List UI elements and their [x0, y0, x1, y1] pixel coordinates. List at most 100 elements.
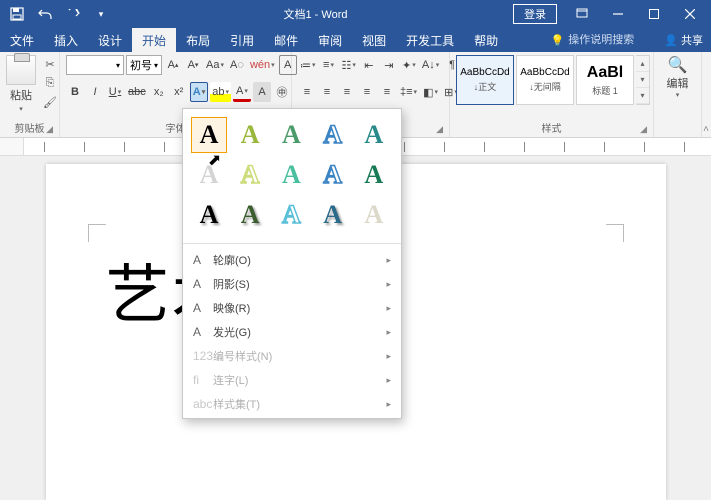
- distribute-button[interactable]: ≡: [378, 82, 396, 102]
- qat-customize-button[interactable]: ▾: [88, 3, 114, 25]
- increase-indent-button[interactable]: ⇥: [380, 55, 398, 75]
- menu-label: 发光(G): [213, 324, 251, 340]
- share-icon: 👤: [664, 34, 678, 47]
- ribbon-tabs: 文件 插入 设计 开始 布局 引用 邮件 审阅 视图 开发工具 帮助 💡 👤共享: [0, 28, 711, 52]
- clear-formatting-button[interactable]: A◌: [228, 55, 246, 75]
- ribbon-options-button[interactable]: [565, 0, 599, 28]
- save-button[interactable]: [4, 3, 30, 25]
- menu-icon: fi: [193, 373, 213, 387]
- font-size-combo[interactable]: 初号▾: [126, 55, 162, 75]
- cut-button[interactable]: ✂: [40, 55, 60, 73]
- grow-font-button[interactable]: A▴: [164, 55, 182, 75]
- text-effect-preset-9[interactable]: A: [356, 157, 392, 193]
- text-effect-preset-7[interactable]: A: [273, 157, 309, 193]
- line-spacing-button[interactable]: ‡≡: [398, 82, 419, 102]
- tab-design[interactable]: 设计: [88, 28, 132, 52]
- tab-home[interactable]: 开始: [132, 28, 176, 52]
- italic-button[interactable]: I: [86, 82, 104, 102]
- find-icon[interactable]: 🔍: [668, 55, 688, 75]
- text-effect-preset-13[interactable]: A: [315, 197, 351, 233]
- shrink-font-button[interactable]: A▾: [184, 55, 202, 75]
- styles-launcher[interactable]: ◢: [640, 124, 647, 135]
- align-center-button[interactable]: ≡: [318, 82, 336, 102]
- enclose-chars-button[interactable]: ㊥: [273, 82, 291, 102]
- tab-developer[interactable]: 开发工具: [396, 28, 464, 52]
- multilevel-button[interactable]: ☷: [340, 55, 358, 75]
- text-effect-menu-0[interactable]: A轮廓(O)▸: [183, 248, 401, 272]
- justify-button[interactable]: ≡: [358, 82, 376, 102]
- paragraph-launcher[interactable]: ◢: [436, 124, 443, 135]
- text-effects-gallery: AAAAAAAAAAAAAAA: [183, 109, 401, 241]
- tell-me-search[interactable]: 💡: [551, 34, 659, 47]
- text-effect-menu-2[interactable]: A映像(R)▸: [183, 296, 401, 320]
- copy-button[interactable]: ⎘: [40, 74, 60, 92]
- text-effect-menu-1[interactable]: A阴影(S)▸: [183, 272, 401, 296]
- text-effect-preset-4[interactable]: A: [356, 117, 392, 153]
- submenu-arrow-icon: ▸: [386, 375, 391, 386]
- login-button[interactable]: 登录: [513, 4, 557, 24]
- underline-button[interactable]: U: [106, 82, 124, 102]
- paste-icon[interactable]: [6, 55, 36, 85]
- editing-label[interactable]: 编辑: [667, 75, 689, 91]
- shading-button[interactable]: ◧: [421, 82, 440, 102]
- minimize-button[interactable]: [601, 0, 635, 28]
- numbering-button[interactable]: ≡: [320, 55, 338, 75]
- text-effect-preset-0[interactable]: A: [191, 117, 227, 153]
- style-no-spacing[interactable]: AaBbCcDd↓无间隔: [516, 55, 574, 105]
- align-left-button[interactable]: ≡: [298, 82, 316, 102]
- tab-file[interactable]: 文件: [0, 28, 44, 52]
- highlight-button[interactable]: ab: [210, 82, 231, 102]
- paste-label[interactable]: 粘贴: [10, 87, 32, 103]
- style-normal[interactable]: AaBbCcDd↓正文: [456, 55, 514, 105]
- clipboard-launcher[interactable]: ◢: [46, 124, 53, 135]
- text-effect-preset-5[interactable]: A: [191, 157, 227, 193]
- collapse-ribbon-button[interactable]: ˄: [703, 124, 709, 135]
- text-effect-preset-11[interactable]: A: [232, 197, 268, 233]
- styles-gallery[interactable]: AaBbCcDd↓正文 AaBbCcDd↓无间隔 AaBl标题 1 ▴▾▾: [456, 55, 650, 105]
- align-right-button[interactable]: ≡: [338, 82, 356, 102]
- subscript-button[interactable]: x₂: [150, 82, 168, 102]
- tab-mailings[interactable]: 邮件: [264, 28, 308, 52]
- styles-scroll[interactable]: ▴▾▾: [636, 55, 650, 105]
- tab-help[interactable]: 帮助: [464, 28, 508, 52]
- decrease-indent-button[interactable]: ⇤: [360, 55, 378, 75]
- menu-icon: 123: [193, 349, 213, 363]
- char-shading-button[interactable]: A: [253, 82, 271, 102]
- tab-insert[interactable]: 插入: [44, 28, 88, 52]
- text-effects-button[interactable]: A: [190, 82, 208, 102]
- text-effect-preset-12[interactable]: A: [273, 197, 309, 233]
- maximize-button[interactable]: [637, 0, 671, 28]
- format-painter-button[interactable]: 🖌: [40, 93, 60, 111]
- text-effect-preset-8[interactable]: A: [315, 157, 351, 193]
- tab-review[interactable]: 审阅: [308, 28, 352, 52]
- text-effect-menu-3[interactable]: A发光(G)▸: [183, 320, 401, 344]
- tab-layout[interactable]: 布局: [176, 28, 220, 52]
- undo-button[interactable]: [32, 3, 58, 25]
- bullets-button[interactable]: ≔: [298, 55, 318, 75]
- text-effect-preset-3[interactable]: A: [315, 117, 351, 153]
- strikethrough-button[interactable]: abc: [126, 82, 148, 102]
- font-name-combo[interactable]: ▾: [66, 55, 124, 75]
- superscript-button[interactable]: x²: [170, 82, 188, 102]
- close-button[interactable]: [673, 0, 707, 28]
- tab-references[interactable]: 引用: [220, 28, 264, 52]
- change-case-button[interactable]: Aa: [204, 55, 226, 75]
- text-effect-preset-6[interactable]: A: [232, 157, 268, 193]
- redo-button[interactable]: [60, 3, 86, 25]
- font-color-button[interactable]: A: [233, 82, 251, 102]
- asian-layout-button[interactable]: ✦: [400, 55, 418, 75]
- phonetic-guide-button[interactable]: wén: [248, 55, 277, 75]
- text-effect-preset-14[interactable]: A: [356, 197, 392, 233]
- share-button[interactable]: 👤共享: [664, 32, 703, 48]
- style-heading1[interactable]: AaBl标题 1: [576, 55, 634, 105]
- quick-access-toolbar: ▾: [0, 3, 118, 25]
- tell-me-input[interactable]: [568, 34, 658, 46]
- submenu-arrow-icon: ▸: [386, 327, 391, 338]
- bold-button[interactable]: B: [66, 82, 84, 102]
- tab-view[interactable]: 视图: [352, 28, 396, 52]
- text-effect-preset-2[interactable]: A: [273, 117, 309, 153]
- text-effect-preset-1[interactable]: A: [232, 117, 268, 153]
- submenu-arrow-icon: ▸: [386, 399, 391, 410]
- sort-button[interactable]: A↓: [420, 55, 441, 75]
- text-effect-preset-10[interactable]: A: [191, 197, 227, 233]
